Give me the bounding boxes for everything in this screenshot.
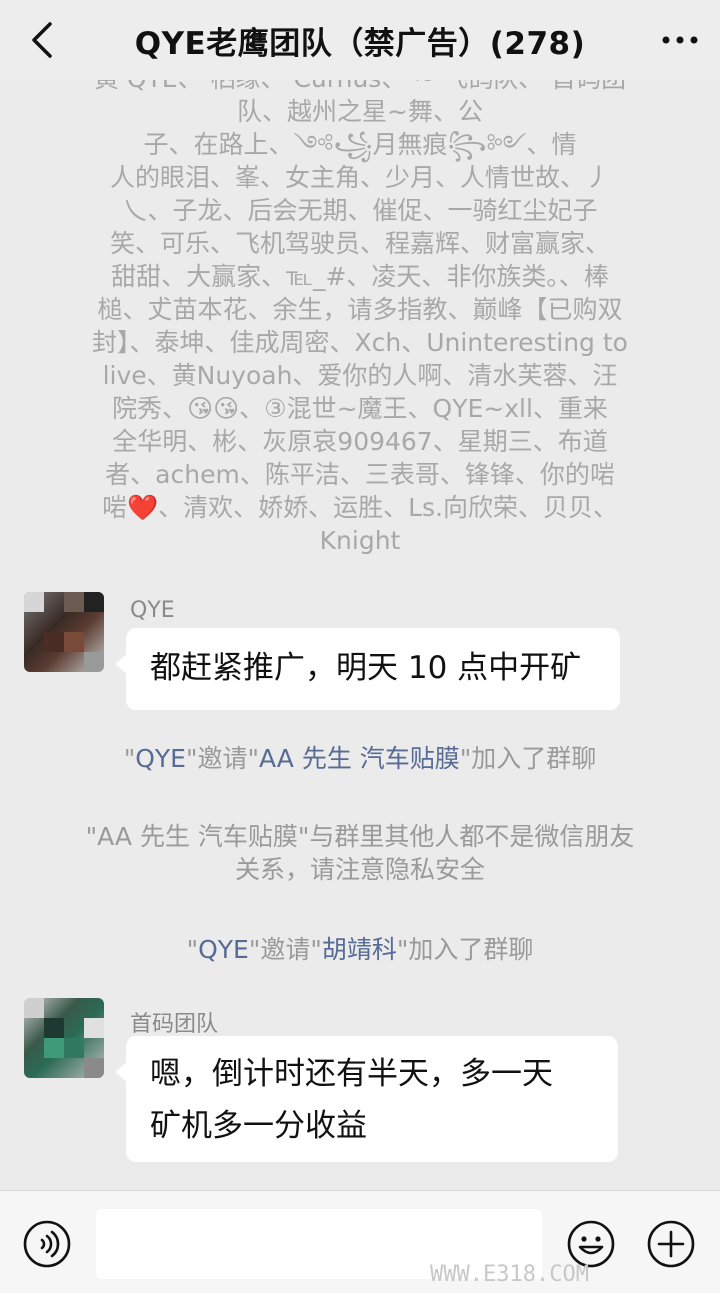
back-button[interactable]: [24, 18, 64, 62]
system-line: 院秀、😘😘、③混世~魔王、QYE~xll、重来: [112, 394, 608, 423]
system-message-invite: "QYE"邀请"胡靖科"加入了群聊: [186, 935, 534, 964]
watermark: WWW.E318.COM: [430, 1262, 589, 1287]
system-message-invite: "QYE"邀请"AA 先生 汽车贴膜"加入了群聊: [123, 744, 597, 773]
voice-icon: [23, 1220, 71, 1268]
chat-title: QYE老鹰团队（禁广告）(278): [134, 25, 586, 62]
user-link[interactable]: QYE: [135, 744, 186, 773]
input-toolbar: [0, 1190, 720, 1293]
system-line: 者、achem、陈平洁、三表哥、锋锋、你的啱: [105, 460, 615, 489]
system-line: 啱❤️、清欢、娇娇、运胜、Ls.向欣荣、贝贝、: [101, 493, 619, 522]
system-line: 关系，请注意隐私安全: [234, 855, 485, 884]
system-line: 队、越州之星~舞、公: [237, 97, 483, 126]
system-line: 全华明、彬、灰原哀909467、星期三、布道: [112, 427, 608, 456]
sender-name: QYE: [130, 598, 175, 623]
more-actions-button[interactable]: [646, 1219, 696, 1269]
system-line: 乀、子龙、后会无期、催促、一骑红尘妃子: [122, 196, 598, 225]
system-line: 甜甜、大赢家、℡_#、凌天、非你族类。、棒: [111, 262, 609, 291]
avatar[interactable]: [24, 592, 104, 672]
avatar[interactable]: [24, 998, 104, 1078]
system-line: 封】、泰坤、佳成周密、Xch、Uninteresting to: [92, 328, 628, 357]
system-line: 人的眼泪、峯、女主角、少月、人情世故、丿: [109, 163, 610, 192]
system-line: Knight: [319, 526, 401, 555]
system-message-privacy-notice: "AA 先生 汽车贴膜"与群里其他人都不是微信朋友 关系，请注意隐私安全: [60, 820, 660, 886]
more-dots-icon: [662, 36, 698, 44]
chat-header: QYE老鹰团队（禁广告）(278): [0, 0, 720, 80]
system-line: 槌、𠀋苗本花、余生，请多指教、巅峰【已购双: [97, 295, 623, 324]
system-line: "AA 先生 汽车贴膜"与群里其他人都不是微信朋友: [85, 822, 635, 851]
sender-name: 首码团队: [130, 1012, 219, 1037]
message-text: 矿机多一分收益: [150, 1108, 367, 1144]
more-button[interactable]: [658, 22, 702, 58]
message-bubble[interactable]: 嗯，倒计时还有半天，多一天 矿机多一分收益: [115, 1036, 618, 1162]
message-bubble[interactable]: 都赶紧推广，明天 10 点中开矿: [115, 628, 620, 710]
message-text: 都赶紧推广，明天 10 点中开矿: [150, 650, 582, 686]
plus-icon: [647, 1220, 695, 1268]
message-text: 嗯，倒计时还有半天，多一天: [150, 1056, 553, 1092]
system-message-join-list: 黄 QYE、 栖缘、 Curnus、 ~ 飞鸽队、 首码团 队、越州之星~舞、公…: [60, 80, 660, 557]
user-link[interactable]: QYE: [198, 935, 249, 964]
chevron-left-icon: [32, 22, 52, 58]
system-line: 笑、可乐、飞机驾驶员、程嘉辉、财富赢家、: [109, 229, 610, 258]
system-line: 黄 QYE、 栖缘、 Curnus、 ~ 飞鸽队、 首码团: [60, 80, 660, 95]
voice-button[interactable]: [22, 1219, 72, 1269]
message-list[interactable]: 黄 QYE、 栖缘、 Curnus、 ~ 飞鸽队、 首码团 队、越州之星~舞、公…: [0, 80, 720, 1190]
system-line: 子、在路上、༺꧁月無痕꧂༻、情: [143, 130, 577, 159]
system-line: live、黄Nuyoah、爱你的人啊、清水芙蓉、汪: [102, 361, 618, 390]
user-link[interactable]: 胡靖科: [322, 935, 397, 964]
user-link[interactable]: AA 先生 汽车贴膜: [259, 744, 460, 773]
